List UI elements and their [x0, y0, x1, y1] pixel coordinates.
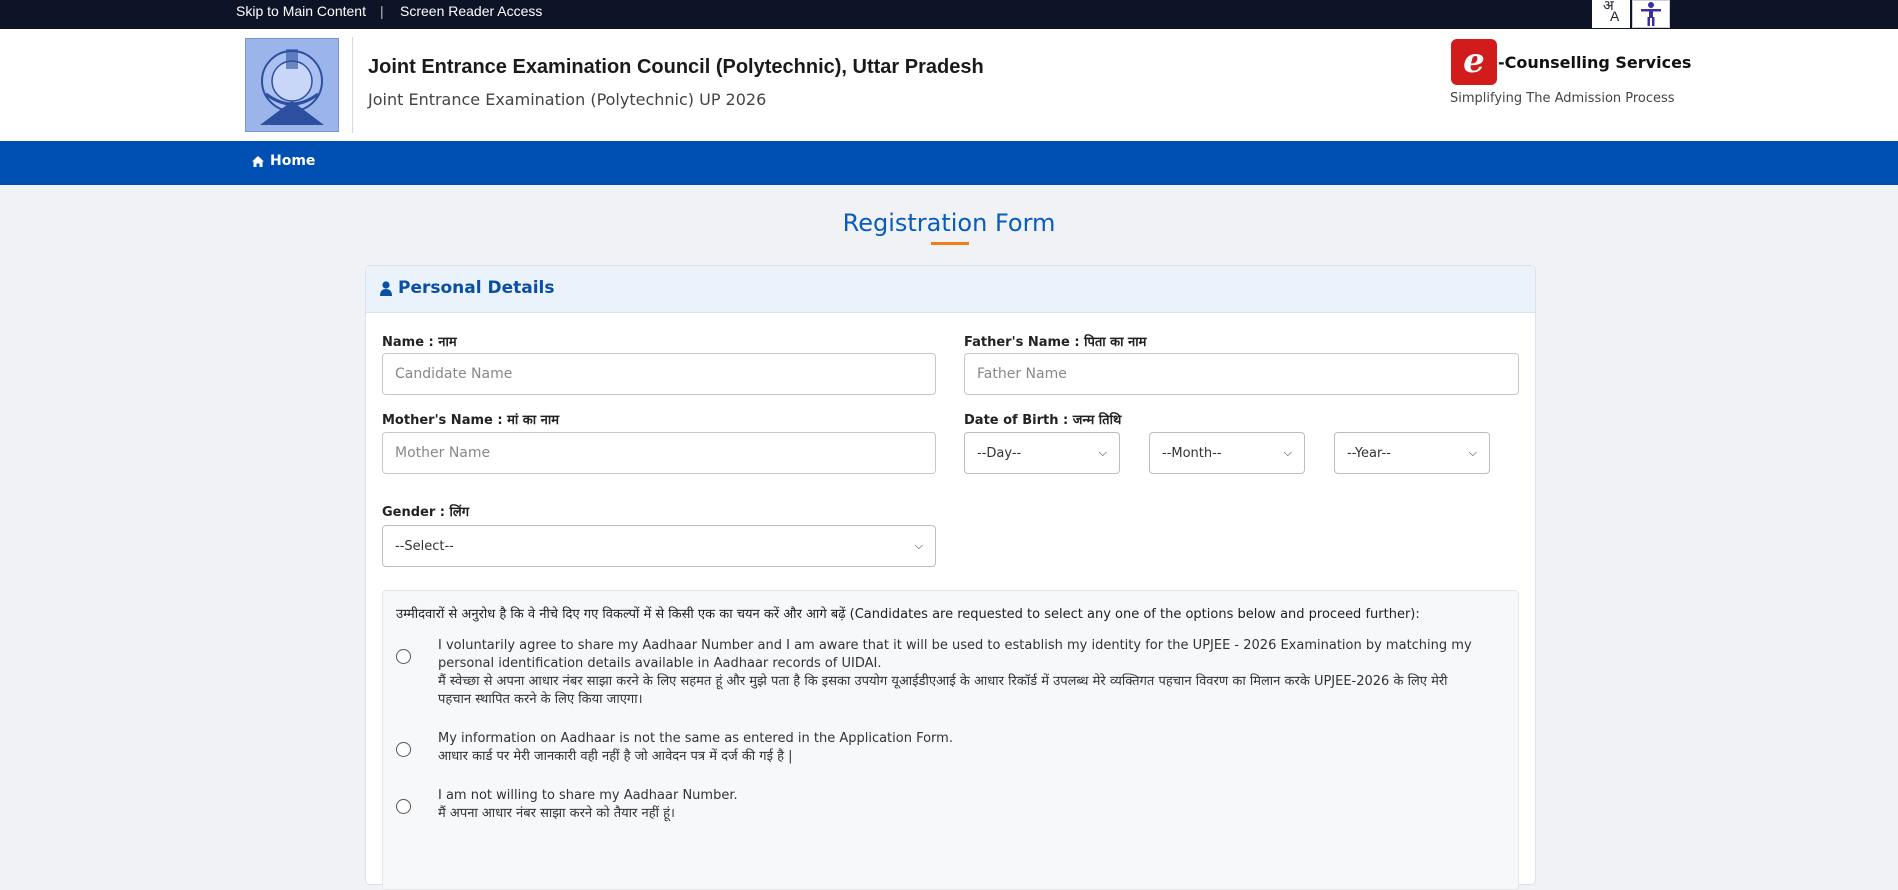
consent-option-decline-en: I am not willing to share my Aadhaar Num… [438, 788, 738, 803]
home-icon [252, 155, 264, 167]
candidate-name-input[interactable] [382, 353, 936, 395]
accessibility-button[interactable] [1632, 0, 1670, 28]
dob-month-value: --Month-- [1162, 445, 1222, 461]
consent-option-mismatch-text: My information on Aadhaar is not the sam… [438, 730, 1483, 766]
separator: | [380, 3, 384, 19]
gender-label: Gender : लिंग [382, 505, 470, 520]
name-label: Name : नाम [382, 335, 457, 350]
language-toggle-button[interactable]: अ A [1592, 0, 1630, 28]
chevron-down-icon: ⌵ [914, 539, 923, 552]
user-icon [380, 280, 392, 296]
dob-day-select[interactable]: --Day-- ⌵ [964, 432, 1120, 474]
council-title: Joint Entrance Examination Council (Poly… [368, 56, 984, 78]
chevron-down-icon: ⌵ [1468, 446, 1477, 459]
jeecup-logo [245, 38, 339, 132]
personal-details-heading: Personal Details [398, 278, 555, 298]
site-header: Joint Entrance Examination Council (Poly… [0, 29, 1898, 141]
nav-home-link[interactable]: Home [252, 153, 315, 169]
consent-option-decline-text: I am not willing to share my Aadhaar Num… [438, 787, 1483, 823]
consent-radio-decline[interactable] [396, 799, 411, 814]
dob-year-value: --Year-- [1347, 445, 1391, 461]
main-nav: Home [0, 141, 1898, 185]
consent-radio-mismatch[interactable] [396, 742, 411, 757]
gender-value: --Select-- [395, 538, 454, 554]
consent-option-mismatch-en: My information on Aadhaar is not the sam… [438, 731, 953, 746]
top-bar: Skip to Main Content | Screen Reader Acc… [0, 0, 1898, 29]
dob-label: Date of Birth : जन्म तिथि [964, 413, 1122, 428]
accessibility-icon [1641, 2, 1661, 26]
e-counselling-logo: e [1451, 39, 1497, 85]
dob-month-select[interactable]: --Month-- ⌵ [1149, 432, 1305, 474]
dob-year-select[interactable]: --Year-- ⌵ [1334, 432, 1490, 474]
brand-name: -Counselling Services [1498, 53, 1692, 72]
consent-option-mismatch-hi: आधार कार्ड पर मेरी जानकारी वही नहीं है ज… [438, 749, 793, 764]
mother-name-input[interactable] [382, 432, 936, 474]
mother-name-label: Mother's Name : मां का नाम [382, 413, 559, 428]
card-header: Personal Details [366, 266, 1535, 313]
consent-option-decline-hi: मैं अपना आधार नंबर साझा करने को तैयार नह… [438, 806, 675, 821]
aadhaar-consent-box: उम्मीदवारों से अनुरोध है कि वे नीचे दिए … [382, 590, 1519, 890]
skip-to-main-link[interactable]: Skip to Main Content [236, 3, 366, 19]
page-title: Registration Form [842, 209, 1056, 237]
consent-option-agree-text: I voluntarily agree to share my Aadhaar … [438, 637, 1483, 709]
gender-select[interactable]: --Select-- ⌵ [382, 525, 936, 567]
consent-option-agree-en: I voluntarily agree to share my Aadhaar … [438, 638, 1472, 671]
nav-home-label: Home [270, 153, 316, 169]
lang-char-english: A [1610, 8, 1620, 24]
consent-radio-agree[interactable] [396, 649, 411, 664]
personal-details-card: Personal Details Name : नाम Father's Nam… [365, 265, 1536, 890]
father-name-label: Father's Name : पिता का नाम [964, 335, 1147, 350]
card-heading: Personal Details [380, 278, 555, 298]
title-underline [931, 242, 969, 245]
brand-tagline: Simplifying The Admission Process [1450, 91, 1675, 106]
father-name-input[interactable] [964, 353, 1519, 395]
consent-option-agree-hi: मैं स्वेच्छा से अपना आधार नंबर साझा करने… [438, 674, 1448, 707]
chevron-down-icon: ⌵ [1098, 446, 1107, 459]
header-divider [352, 37, 353, 133]
consent-question: उम्मीदवारों से अनुरोध है कि वे नीचे दिए … [396, 607, 1420, 622]
dob-day-value: --Day-- [977, 445, 1022, 461]
screen-reader-link[interactable]: Screen Reader Access [400, 3, 542, 19]
chevron-down-icon: ⌵ [1283, 446, 1292, 459]
exam-subtitle: Joint Entrance Examination (Polytechnic)… [368, 90, 767, 109]
